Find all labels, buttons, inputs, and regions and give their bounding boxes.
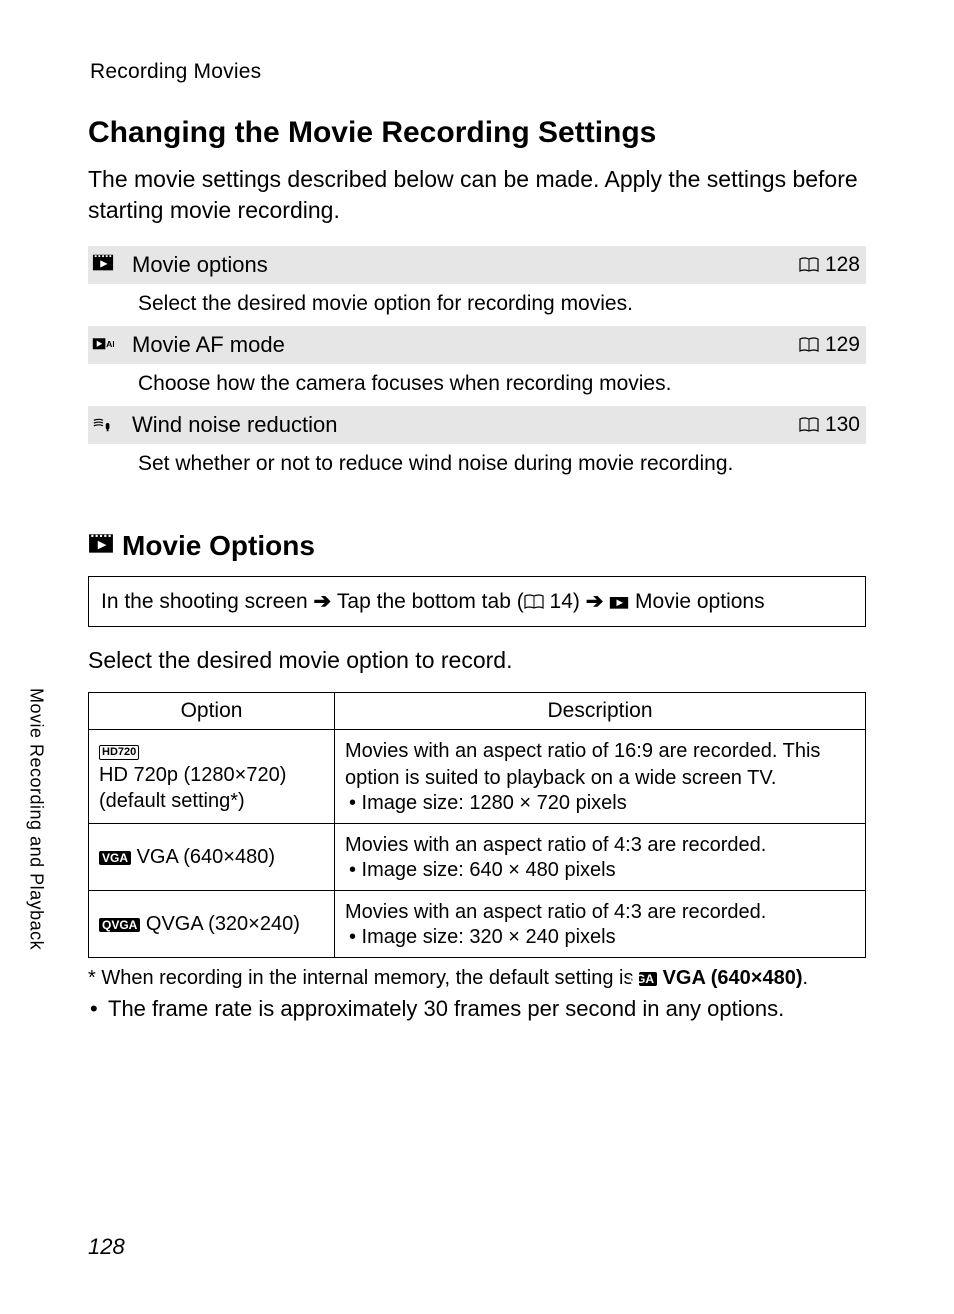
setting-title: Movie AF mode [132, 332, 770, 358]
page-number: 128 [88, 1234, 125, 1260]
setting-row-movie-options: Movie options 128 [88, 246, 866, 284]
side-tab: Movie Recording and Playback [22, 678, 50, 968]
vga-badge-icon: VGA [99, 851, 131, 865]
table-row: VGA VGA (640×480)Movies with an aspect r… [89, 824, 866, 891]
option-cell: QVGA QVGA (320×240) [89, 891, 335, 958]
footnote: * When recording in the internal memory,… [88, 964, 866, 992]
setting-page-ref: 130 [770, 413, 860, 437]
note-bullet: The frame rate is approximately 30 frame… [88, 996, 866, 1022]
col-header-desc: Description [335, 693, 866, 730]
setting-desc: Set whether or not to reduce wind noise … [88, 444, 866, 486]
arrow-icon: ➔ [313, 590, 336, 613]
setting-title: Wind noise reduction [132, 412, 770, 438]
movie-icon [609, 590, 629, 613]
vga-badge-icon: VGA [639, 972, 657, 986]
qvga-badge-icon: QVGA [99, 918, 140, 932]
movie-icon [88, 530, 114, 562]
options-table: Option Description HD720 HD 720p (1280×7… [88, 692, 866, 958]
table-row: HD720 HD 720p (1280×720)(default setting… [89, 730, 866, 824]
sub-heading: Movie Options [88, 530, 866, 562]
setting-page-ref: 129 [770, 333, 860, 357]
hd720-badge-icon: HD720 [99, 745, 139, 759]
navigation-path: In the shooting screen ➔ Tap the bottom … [88, 576, 866, 627]
option-cell: VGA VGA (640×480) [89, 824, 335, 891]
setting-title: Movie options [132, 252, 770, 278]
movie-icon [92, 254, 132, 277]
option-label: QVGA (320×240) [146, 911, 300, 937]
setting-row-af-mode: AF Movie AF mode 129 [88, 326, 866, 364]
movie-af-icon: AF [92, 334, 132, 357]
description-cell: Movies with an aspect ratio of 4:3 are r… [335, 891, 866, 958]
col-header-option: Option [89, 693, 335, 730]
manual-page: Recording Movies Changing the Movie Reco… [0, 0, 954, 1314]
settings-list: Movie options 128 Select the desired mov… [88, 246, 866, 486]
option-cell: HD720 HD 720p (1280×720)(default setting… [89, 730, 335, 824]
setting-desc: Choose how the camera focuses when recor… [88, 364, 866, 406]
description-cell: Movies with an aspect ratio of 4:3 are r… [335, 824, 866, 891]
wind-noise-icon [92, 414, 132, 437]
setting-desc: Select the desired movie option for reco… [88, 284, 866, 326]
lead-text: Select the desired movie option to recor… [88, 647, 866, 674]
svg-text:AF: AF [106, 339, 114, 349]
table-row: QVGA QVGA (320×240)Movies with an aspect… [89, 891, 866, 958]
setting-page-ref: 128 [770, 253, 860, 277]
option-label: VGA (640×480) [137, 844, 275, 870]
section-header: Recording Movies [90, 60, 866, 84]
arrow-icon: ➔ [586, 590, 609, 613]
page-title: Changing the Movie Recording Settings [88, 116, 866, 150]
setting-row-wind-noise: Wind noise reduction 130 [88, 406, 866, 444]
intro-text: The movie settings described below can b… [88, 164, 866, 226]
description-cell: Movies with an aspect ratio of 16:9 are … [335, 730, 866, 824]
option-label: HD 720p (1280×720)(default setting*) [99, 762, 286, 814]
